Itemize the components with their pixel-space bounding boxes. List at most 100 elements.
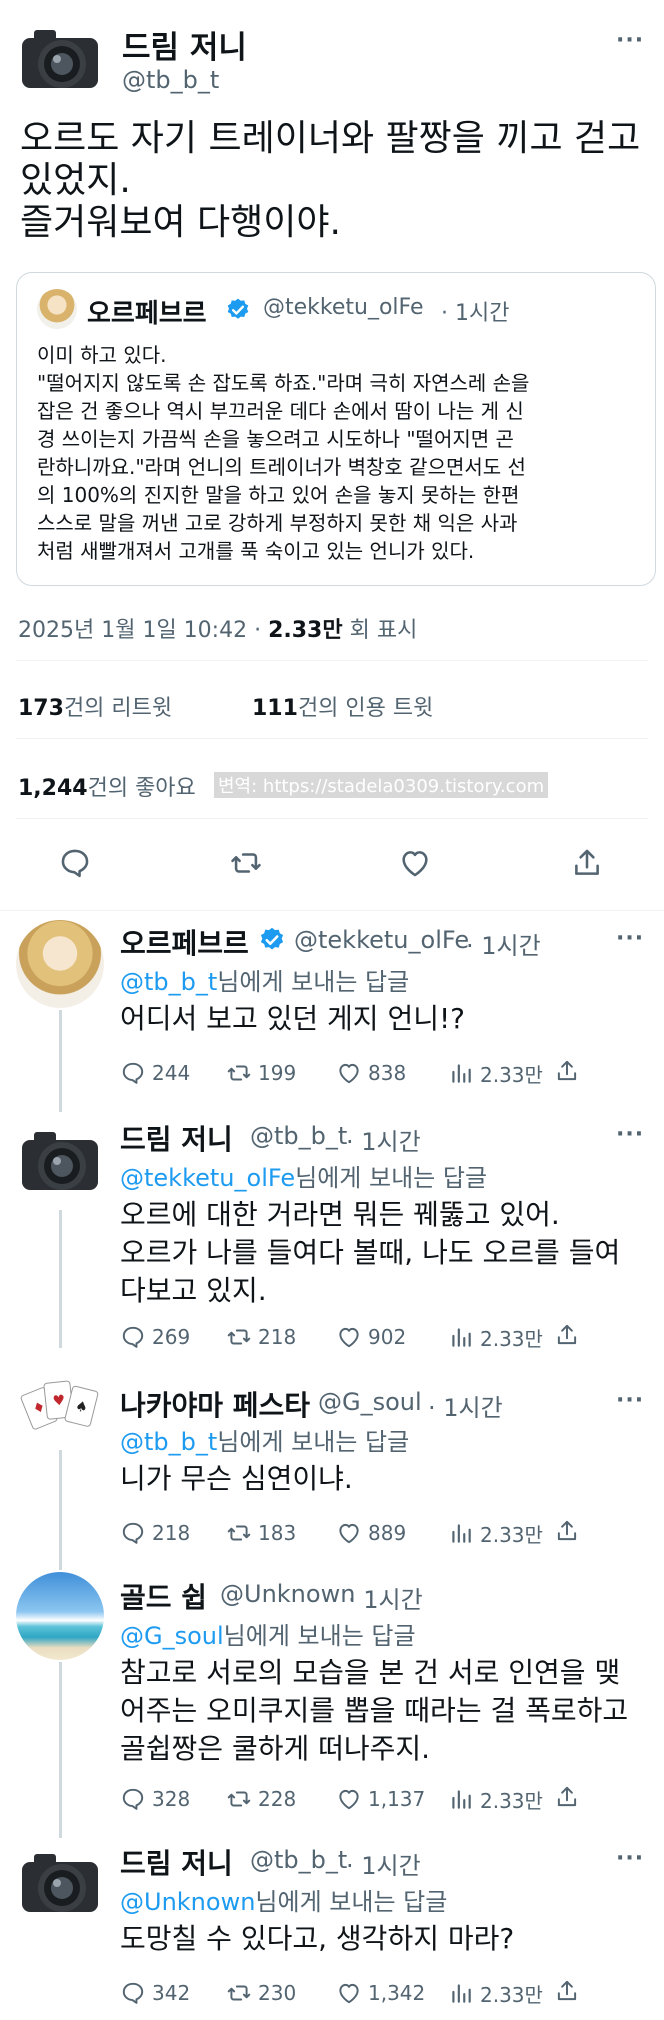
main-author-handle[interactable]: @tb_b_t: [122, 66, 219, 94]
share-icon[interactable]: [570, 846, 604, 880]
reply-to-handle[interactable]: @G_soul: [120, 1622, 224, 1650]
reply-to-handle[interactable]: @tekketu_olFe: [120, 1164, 295, 1192]
more-icon[interactable]: ···: [616, 1388, 644, 1413]
verified-icon: [260, 927, 284, 950]
quotes-stat[interactable]: 111건의 인용 트윗: [252, 690, 433, 722]
views-icon: [452, 1790, 471, 1809]
reply-avatar[interactable]: [16, 1840, 104, 1928]
reply-avatar[interactable]: ♦ ♥ ♠: [16, 1360, 104, 1448]
reply-icon[interactable]: [58, 846, 92, 880]
like-button[interactable]: 902: [336, 1324, 406, 1350]
reply-time: · 1시간: [348, 1586, 423, 1614]
quote-line: 이미 하고 있다.: [37, 343, 167, 367]
reply-action-bar: 328 228 1,137 2.33만: [120, 1784, 650, 1814]
reply-author-handle[interactable]: @G_soul: [318, 1388, 422, 1416]
reply-author-handle[interactable]: @tb_b_t: [250, 1846, 347, 1874]
share-icon[interactable]: [554, 1322, 580, 1348]
views-icon: [452, 1984, 471, 2003]
retweet-button[interactable]: 228: [226, 1786, 296, 1812]
reply-to-suffix: 님에게 보내는 답글: [217, 968, 410, 996]
main-author-avatar[interactable]: [16, 16, 104, 104]
reply-author-handle[interactable]: @Unknown: [220, 1580, 355, 1608]
likes-count: 1,244: [18, 776, 88, 801]
like-icon[interactable]: [398, 846, 432, 880]
retweet-count: 228: [258, 1787, 297, 1811]
views-button[interactable]: 2.33만: [448, 1059, 543, 1088]
more-icon[interactable]: ···: [616, 1846, 644, 1871]
share-icon[interactable]: [554, 1518, 580, 1544]
divider: [16, 818, 648, 819]
tweet-timestamp[interactable]: 2025년 1월 1일 10:42 ·: [18, 618, 261, 643]
reply-avatar[interactable]: [16, 920, 104, 1008]
like-button[interactable]: 889: [336, 1520, 406, 1546]
reply-to-handle[interactable]: @Unknown: [120, 1888, 255, 1916]
reply-author-name[interactable]: 골드 쉽: [120, 1576, 207, 1616]
quote-author-name: 오르페브르: [87, 299, 207, 329]
reply-button[interactable]: 218: [120, 1520, 190, 1546]
reply-action-bar: 269 218 902 2.33만: [120, 1322, 650, 1352]
like-button[interactable]: 1,342: [336, 1980, 425, 2006]
quote-line: 처럼 새빨개져서 고개를 푹 숙이고 있는 언니가 있다.: [37, 539, 475, 563]
share-icon[interactable]: [554, 1784, 580, 1810]
views-button[interactable]: 2.33만: [448, 1785, 543, 1814]
reply-to-handle[interactable]: @tb_b_t: [120, 968, 217, 996]
reply-icon: [122, 1326, 144, 1348]
views-button[interactable]: 2.33만: [448, 1519, 543, 1548]
views-button[interactable]: 2.33만: [448, 1979, 543, 2008]
share-icon[interactable]: [554, 1978, 580, 2004]
reply-to-suffix: 님에게 보내는 답글: [255, 1888, 448, 1916]
reply-text-line: 다보고 있지.: [120, 1274, 267, 1307]
retweet-button[interactable]: 230: [226, 1980, 296, 2006]
reply-author-handle[interactable]: @tb_b_t: [250, 1122, 347, 1150]
retweet-button[interactable]: 199: [226, 1060, 296, 1086]
reply-action-bar: 342 230 1,342 2.33만: [120, 1978, 650, 2008]
reply-author-handle[interactable]: @tekketu_olFe: [294, 926, 469, 954]
reply-icon: [122, 1982, 144, 2004]
retweet-button[interactable]: 183: [226, 1520, 296, 1546]
reply-button[interactable]: 342: [120, 1980, 190, 2006]
more-icon[interactable]: ···: [616, 28, 644, 53]
reply-count: 218: [152, 1521, 191, 1545]
retweet-icon[interactable]: [228, 846, 264, 880]
more-icon[interactable]: ···: [616, 926, 644, 951]
like-button[interactable]: 1,137: [336, 1786, 425, 1812]
thread-line: [59, 1450, 62, 1570]
reply-to-handle[interactable]: @tb_b_t: [120, 1428, 217, 1456]
retweet-icon: [227, 1525, 251, 1541]
reply-time: · 1시간: [428, 1394, 503, 1422]
retweet-button[interactable]: 218: [226, 1324, 296, 1350]
reply-author-name[interactable]: 나카야마 페스타: [120, 1384, 310, 1424]
quote-line: 란하니까요."라며 언니의 트레이너가 벽창호 같으면서도 선: [37, 455, 526, 479]
reply-text-line: 니가 무슨 심연이냐.: [120, 1462, 353, 1495]
views-button[interactable]: 2.33만: [448, 1323, 543, 1352]
reply-button[interactable]: 269: [120, 1324, 190, 1350]
reply-text-line: 어주는 오미쿠지를 뽑을 때라는 걸 폭로하고: [120, 1694, 629, 1727]
retweets-stat[interactable]: 173건의 리트윗: [18, 690, 172, 722]
reply-author-name[interactable]: 오르페브르: [120, 922, 249, 962]
reply-avatar[interactable]: [16, 1572, 104, 1660]
retweets-label: 건의 리트윗: [63, 696, 173, 721]
reply-avatar[interactable]: [16, 1118, 104, 1206]
more-icon[interactable]: ···: [616, 1122, 644, 1147]
retweet-icon: [227, 1329, 251, 1345]
quote-time: · 1시간: [441, 301, 510, 326]
reply-count: 342: [152, 1981, 191, 2005]
reply-author-name[interactable]: 드림 저니: [120, 1118, 233, 1158]
reply-button[interactable]: 244: [120, 1060, 190, 1086]
reply-button[interactable]: 328: [120, 1786, 190, 1812]
main-author-name[interactable]: 드림 저니: [122, 22, 247, 67]
quote-tweet-card[interactable]: 오르페브르 @tekketu_olFe · 1시간 이미 하고 있다. "떨어지…: [16, 272, 656, 586]
reply-icon: [122, 1788, 144, 1810]
like-icon: [339, 1327, 359, 1348]
quotes-count: 111: [252, 696, 298, 721]
reply-time: · 1시간: [466, 932, 541, 960]
like-button[interactable]: 838: [336, 1060, 406, 1086]
likes-stat[interactable]: 1,244건의 좋아요: [18, 770, 196, 802]
reply-text-line: 어디서 보고 있던 게지 언니!?: [120, 1002, 466, 1035]
share-icon[interactable]: [554, 1058, 580, 1084]
svg-text:♥: ♥: [52, 1392, 66, 1409]
reply-text: 니가 무슨 심연이냐.: [120, 1460, 353, 1498]
reply-text: 오르에 대한 거라면 뭐든 꿰뚫고 있어. 오르가 나를 들여다 볼때, 나도 …: [120, 1196, 620, 1310]
reply-author-name[interactable]: 드림 저니: [120, 1842, 233, 1882]
main-tweet-text: 오르도 자기 트레이너와 팔짱을 끼고 걷고 있었지. 즐거워보여 다행이야.: [20, 118, 660, 244]
